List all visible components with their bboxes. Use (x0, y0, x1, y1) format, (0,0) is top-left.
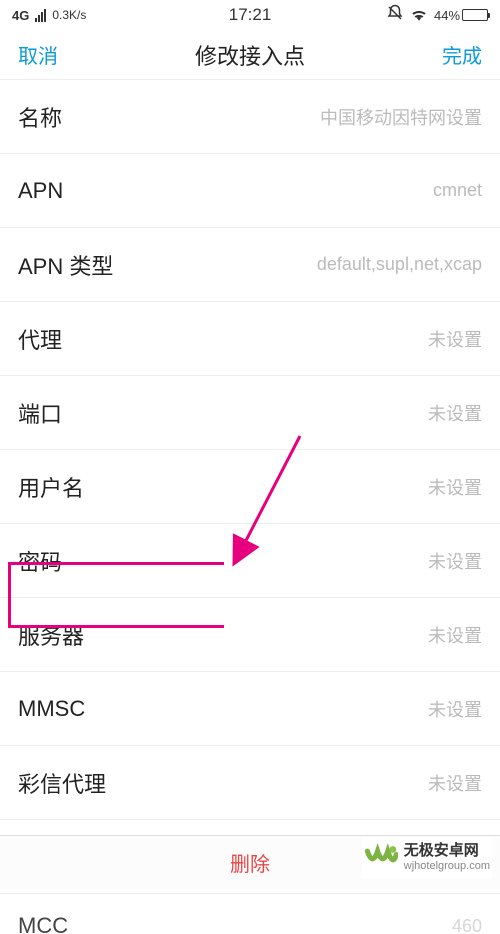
signal-icon (35, 9, 46, 22)
watermark-title: 无极安卓网 (404, 842, 490, 860)
row-value: cmnet (433, 180, 482, 201)
data-rate: 0.3K/s (52, 8, 86, 22)
status-bar: 4G 0.3K/s 17:21 44% (0, 0, 500, 30)
settings-list: 名称 中国移动因特网设置 APN cmnet APN 类型 default,su… (0, 80, 500, 934)
row-label: 服务器 (18, 619, 84, 651)
row-label: APN 类型 (18, 249, 113, 281)
row-port[interactable]: 端口 未设置 (0, 376, 500, 450)
battery-icon (462, 9, 488, 21)
battery-indicator: 44% (434, 8, 488, 23)
row-value: 未设置 (428, 326, 482, 352)
row-value: 未设置 (428, 770, 482, 796)
row-mmsc[interactable]: MMSC 未设置 (0, 672, 500, 746)
row-value: 未设置 (428, 400, 482, 426)
row-label: APN (18, 178, 63, 204)
row-password[interactable]: 密码 未设置 (0, 524, 500, 598)
status-time: 17:21 (229, 5, 272, 25)
row-label: 用户名 (18, 471, 84, 503)
cancel-button[interactable]: 取消 (18, 40, 58, 69)
row-label: 名称 (18, 101, 62, 133)
row-value: 未设置 (428, 548, 482, 574)
row-label: 彩信代理 (18, 767, 106, 799)
row-mms-proxy[interactable]: 彩信代理 未设置 (0, 746, 500, 820)
row-label: 密码 (18, 545, 62, 577)
nav-bar: 取消 修改接入点 完成 (0, 30, 500, 80)
row-value: default,supl,net,xcap (317, 254, 482, 275)
row-label: 代理 (18, 323, 62, 355)
row-apn-type[interactable]: APN 类型 default,supl,net,xcap (0, 228, 500, 302)
row-value: 未设置 (428, 696, 482, 722)
row-name[interactable]: 名称 中国移动因特网设置 (0, 80, 500, 154)
alarm-off-icon (386, 4, 404, 27)
row-label: MCC (18, 913, 68, 934)
page-title: 修改接入点 (195, 39, 305, 71)
row-proxy[interactable]: 代理 未设置 (0, 302, 500, 376)
battery-percent: 44% (434, 8, 460, 23)
row-value: 460 (452, 916, 482, 934)
done-button[interactable]: 完成 (442, 40, 482, 69)
row-mcc[interactable]: MCC 460 (0, 894, 500, 934)
row-value: 中国移动因特网设置 (320, 104, 482, 130)
row-username[interactable]: 用户名 未设置 (0, 450, 500, 524)
row-value: 未设置 (428, 474, 482, 500)
status-right: 44% (271, 4, 488, 27)
row-value: 未设置 (428, 622, 482, 648)
watermark: 无极安卓网 wjhotelgroup.com (362, 837, 492, 879)
network-type: 4G (12, 8, 29, 23)
row-label: 端口 (18, 397, 62, 429)
delete-button[interactable]: 删除 (230, 848, 270, 877)
watermark-url: wjhotelgroup.com (404, 860, 490, 873)
status-left: 4G 0.3K/s (12, 8, 229, 23)
row-server[interactable]: 服务器 未设置 (0, 598, 500, 672)
watermark-logo-icon (364, 841, 398, 875)
row-label: MMSC (18, 696, 85, 722)
wifi-icon (410, 7, 428, 24)
row-apn[interactable]: APN cmnet (0, 154, 500, 228)
